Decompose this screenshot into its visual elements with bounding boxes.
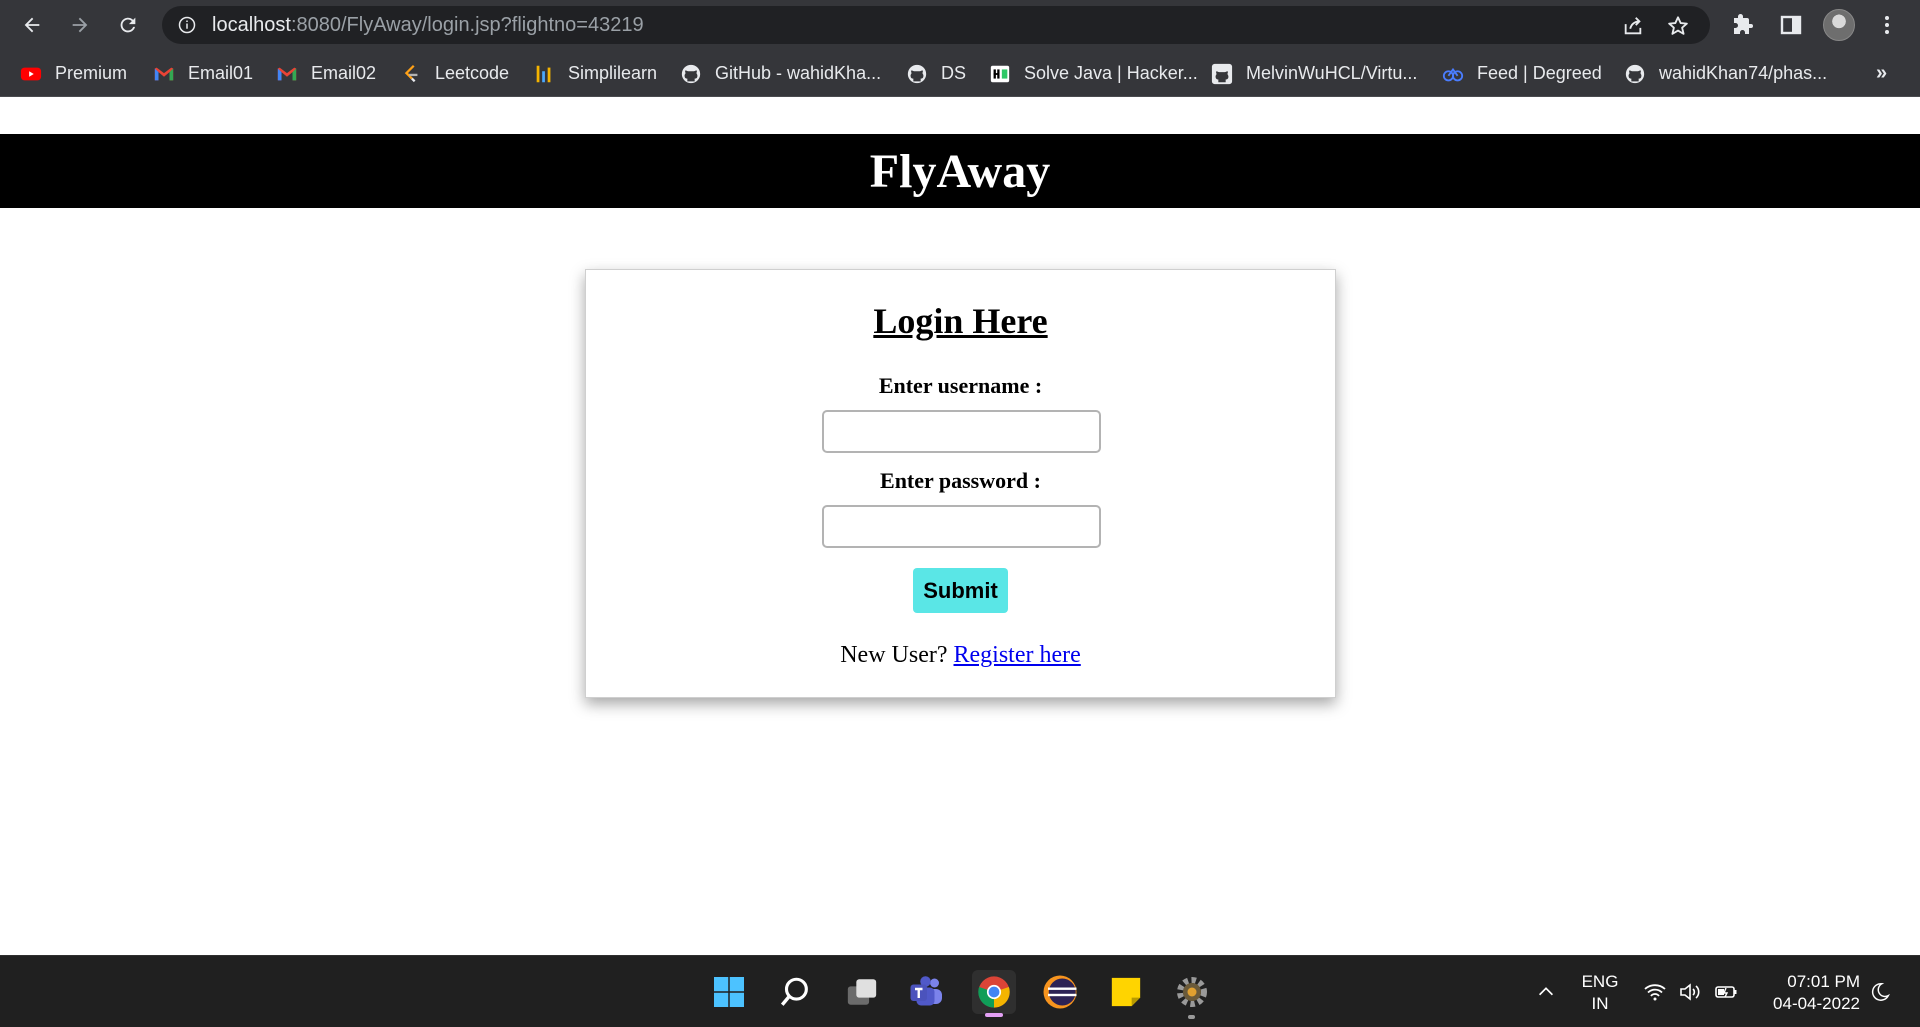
bookmark-ds[interactable]: DS xyxy=(906,50,966,97)
bookmarks-bar: Premium Email01 Email02 Leetcode Simplil… xyxy=(0,50,1920,97)
bookmark-star-icon[interactable] xyxy=(1667,15,1689,37)
forward-arrow-icon xyxy=(72,17,88,33)
menu-kebab-icon[interactable] xyxy=(1874,12,1900,38)
task-view-icon[interactable] xyxy=(840,970,884,1014)
github-icon xyxy=(906,63,928,85)
username-label: Enter username : xyxy=(878,373,1043,398)
bookmark-simplilearn[interactable]: Simplilearn xyxy=(533,50,657,97)
chrome-icon[interactable] xyxy=(972,970,1016,1017)
url-host: localhost xyxy=(212,14,291,36)
gmail-icon xyxy=(276,63,298,85)
site-info-icon[interactable] xyxy=(178,16,196,34)
new-user-text: New User? xyxy=(840,642,954,668)
volume-icon[interactable] xyxy=(1678,980,1702,1004)
login-card: Login Here Enter username : Enter passwo… xyxy=(585,269,1336,698)
search-icon[interactable] xyxy=(773,970,817,1014)
start-icon[interactable] xyxy=(707,970,751,1014)
eclipse-icon[interactable] xyxy=(1038,970,1082,1014)
bookmark-degreed[interactable]: Feed | Degreed xyxy=(1442,50,1602,97)
bookmark-label: Leetcode xyxy=(435,63,510,83)
bookmark-premium[interactable]: Premium xyxy=(20,50,127,97)
clock[interactable]: 07:01 PM 04-04-2022 xyxy=(1752,971,1860,1015)
active-indicator xyxy=(985,1013,1003,1017)
bookmark-label: Premium xyxy=(55,63,128,83)
bookmark-label: DS xyxy=(941,63,967,83)
address-bar[interactable]: localhost:8080/FlyAway/login.jsp?flightn… xyxy=(162,6,1710,44)
share-icon[interactable] xyxy=(1622,15,1644,37)
wifi-icon[interactable] xyxy=(1643,980,1667,1004)
gmail-icon xyxy=(153,63,175,85)
password-input[interactable] xyxy=(822,505,1101,548)
bookmark-label: Solve Java | Hacker... xyxy=(1024,63,1198,83)
moon-icon[interactable] xyxy=(1868,980,1892,1004)
bookmark-email02[interactable]: Email02 xyxy=(276,50,376,97)
region-code: IN xyxy=(1591,994,1609,1013)
bookmark-leetcode[interactable]: Leetcode xyxy=(400,50,509,97)
side-panel-icon[interactable] xyxy=(1778,12,1804,38)
bookmark-wahidkhan74[interactable]: wahidKhan74/phas... xyxy=(1624,50,1827,97)
page-content: FlyAway Login Here Enter username : Ente… xyxy=(0,98,1920,955)
forward-button[interactable] xyxy=(64,9,96,41)
password-label: Enter password : xyxy=(880,468,1041,493)
youtube-icon xyxy=(20,63,42,85)
site-header: FlyAway xyxy=(0,134,1920,208)
browser-toolbar: localhost:8080/FlyAway/login.jsp?flightn… xyxy=(0,0,1920,50)
teams-icon[interactable] xyxy=(905,970,949,1014)
reload-button[interactable] xyxy=(112,9,144,41)
bookmark-melvinwuhcl[interactable]: MelvinWuHCL/Virtu... xyxy=(1211,50,1417,97)
bookmark-email01[interactable]: Email01 xyxy=(153,50,253,97)
windows-taskbar: ENG IN 07:01 PM 04-04-2022 xyxy=(0,955,1920,1027)
language-code: ENG xyxy=(1581,972,1619,991)
battery-icon[interactable] xyxy=(1714,980,1738,1004)
hackerrank-icon xyxy=(989,63,1011,85)
back-arrow-icon xyxy=(24,17,40,33)
bookmark-label: wahidKhan74/phas... xyxy=(1659,63,1828,83)
clock-time: 07:01 PM xyxy=(1787,972,1860,991)
bookmark-label: MelvinWuHCL/Virtu... xyxy=(1246,63,1418,83)
github-icon xyxy=(1624,63,1646,85)
settings-icon[interactable] xyxy=(1170,970,1214,1019)
username-input[interactable] xyxy=(822,410,1101,453)
url-path: :8080/FlyAway/login.jsp?flightno=43219 xyxy=(290,14,644,36)
profile-avatar[interactable] xyxy=(1823,9,1855,41)
reload-icon xyxy=(120,17,136,33)
input-language[interactable]: ENG IN xyxy=(1578,971,1622,1015)
bookmark-label: Simplilearn xyxy=(568,63,658,83)
bookmark-github-wahidkhan[interactable]: GitHub - wahidKha... xyxy=(680,50,881,97)
bookmark-hackerrank[interactable]: Solve Java | Hacker... xyxy=(989,50,1198,97)
github-icon xyxy=(680,63,702,85)
clock-date: 04-04-2022 xyxy=(1773,994,1860,1013)
chevron-up-icon[interactable] xyxy=(1534,980,1558,1004)
degreed-icon xyxy=(1442,63,1464,85)
github-icon xyxy=(1211,63,1233,85)
login-title: Login Here xyxy=(873,301,1048,341)
register-prompt: New User? Register here xyxy=(586,642,1335,669)
submit-button[interactable]: Submit xyxy=(913,568,1008,613)
bookmark-label: Feed | Degreed xyxy=(1477,63,1602,83)
simplilearn-icon xyxy=(533,63,555,85)
back-button[interactable] xyxy=(16,9,48,41)
url-text[interactable]: localhost:8080/FlyAway/login.jsp?flightn… xyxy=(212,6,644,44)
extensions-icon[interactable] xyxy=(1730,12,1756,38)
site-title: FlyAway xyxy=(869,144,1051,198)
sticky-notes-icon[interactable] xyxy=(1104,970,1148,1014)
bookmark-label: Email01 xyxy=(188,63,254,83)
more-bookmarks-chevron[interactable]: » xyxy=(1876,50,1887,97)
leetcode-icon xyxy=(400,63,422,85)
bookmark-label: GitHub - wahidKha... xyxy=(715,63,882,83)
bookmark-label: Email02 xyxy=(311,63,377,83)
register-link[interactable]: Register here xyxy=(954,642,1081,668)
running-indicator xyxy=(1188,1015,1195,1019)
